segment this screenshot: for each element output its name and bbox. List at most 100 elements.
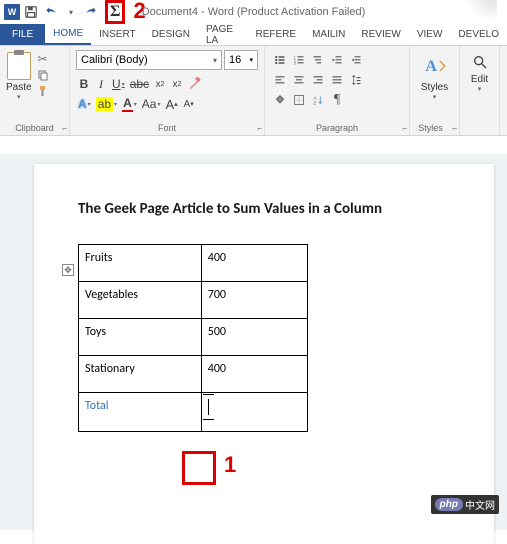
total-label-cell[interactable]: Total [79, 393, 202, 432]
tab-page-layout[interactable]: PAGE LA [198, 24, 248, 45]
group-clipboard: Paste ▾ ✂ Clipboard ⌐ [0, 46, 70, 135]
styles-dropdown-icon[interactable]: ▾ [433, 93, 437, 101]
tab-design[interactable]: DESIGN [144, 24, 198, 45]
shading-button[interactable] [271, 91, 289, 109]
paste-label: Paste [6, 82, 32, 93]
autosum-button[interactable]: Σ [105, 0, 125, 24]
decrease-indent-button[interactable] [328, 51, 346, 69]
highlight-button[interactable]: ab▾ [94, 95, 119, 113]
group-editing: Edit ▾ [460, 46, 500, 135]
text-effects-button[interactable]: A▾ [76, 95, 93, 113]
word-app-icon: W [4, 4, 20, 20]
group-font: Calibri (Body) ▾ 16 ▾ B I U▾ abc x2 x2 A… [70, 46, 265, 135]
tab-view[interactable]: VIEW [409, 24, 451, 45]
document-heading[interactable]: The Geek Page Article to Sum Values in a… [78, 200, 470, 218]
paste-button[interactable]: Paste ▾ [6, 50, 32, 101]
clipboard-group-label: Clipboard [0, 123, 69, 133]
subscript-button[interactable]: x2 [152, 75, 168, 93]
tab-review[interactable]: REVIEW [353, 24, 408, 45]
italic-button[interactable]: I [93, 75, 109, 93]
superscript-button[interactable]: x2 [169, 75, 185, 93]
chevron-down-icon: ▾ [213, 56, 217, 65]
font-group-label: Font [70, 123, 264, 133]
strikethrough-button[interactable]: abc [128, 75, 151, 93]
svg-text:Z: Z [314, 101, 317, 106]
quick-access-toolbar: W ▾ Σ 2 [4, 0, 146, 24]
tab-references[interactable]: REFERE [248, 24, 305, 45]
table-cell[interactable]: 700 [201, 282, 307, 319]
tab-insert[interactable]: INSERT [91, 24, 144, 45]
save-icon[interactable] [22, 3, 40, 21]
paragraph-dialog-launcher[interactable]: ⌐ [402, 124, 407, 133]
table-cell[interactable]: Vegetables [79, 282, 202, 319]
font-size-value: 16 [229, 54, 241, 66]
table-row: Total [79, 393, 308, 432]
underline-button[interactable]: U▾ [110, 75, 127, 93]
font-color-button[interactable]: A▾ [120, 95, 139, 113]
align-center-button[interactable] [290, 71, 308, 89]
undo-icon[interactable] [42, 3, 60, 21]
annotation-2: 2 [133, 0, 145, 24]
bullets-button[interactable] [271, 51, 289, 69]
paste-icon [7, 52, 31, 80]
document-page[interactable]: The Geek Page Article to Sum Values in a… [34, 164, 494, 544]
line-spacing-button[interactable] [347, 71, 365, 89]
font-dialog-launcher[interactable]: ⌐ [257, 124, 262, 133]
table-cell[interactable]: 400 [201, 245, 307, 282]
table-cell[interactable]: 400 [201, 356, 307, 393]
table-cell[interactable]: Toys [79, 319, 202, 356]
watermark-text: 中文网 [465, 497, 495, 512]
find-icon[interactable] [470, 52, 490, 72]
font-size-combo[interactable]: 16 ▾ [224, 50, 258, 70]
styles-label: Styles [421, 82, 448, 93]
copy-icon[interactable] [36, 68, 50, 82]
table-cell[interactable]: 500 [201, 319, 307, 356]
shrink-font-button[interactable]: A▾ [181, 95, 197, 113]
align-right-button[interactable] [309, 71, 327, 89]
annotation-1: 1 [224, 452, 236, 478]
annotation-box-1 [182, 451, 216, 485]
table-row: Vegetables700 [79, 282, 308, 319]
show-hide-button[interactable]: ¶ [328, 91, 346, 109]
numbering-button[interactable]: 123 [290, 51, 308, 69]
align-left-button[interactable] [271, 71, 289, 89]
styles-button[interactable]: A [421, 52, 449, 80]
ribbon-tabs: FILE HOME INSERT DESIGN PAGE LA REFERE M… [0, 24, 507, 46]
clipboard-dialog-launcher[interactable]: ⌐ [62, 124, 67, 133]
cut-icon[interactable]: ✂ [36, 52, 50, 66]
editing-dropdown-icon[interactable]: ▾ [478, 85, 482, 93]
borders-button[interactable] [290, 91, 308, 109]
justify-button[interactable] [328, 71, 346, 89]
document-area: The Geek Page Article to Sum Values in a… [0, 154, 507, 530]
redo-icon[interactable] [82, 3, 100, 21]
change-case-button[interactable]: Aa▾ [140, 95, 163, 113]
tab-developer[interactable]: DEVELO [450, 24, 507, 45]
bold-button[interactable]: B [76, 75, 92, 93]
document-table[interactable]: Fruits400 Vegetables700 Toys500 Stationa… [78, 244, 308, 432]
tab-file[interactable]: FILE [0, 24, 45, 45]
table-cell[interactable]: Fruits [79, 245, 202, 282]
sort-button[interactable]: AZ [309, 91, 327, 109]
total-value-cell[interactable] [201, 393, 307, 432]
increase-indent-button[interactable] [347, 51, 365, 69]
grow-font-button[interactable]: A▴ [163, 95, 179, 113]
tab-mailings[interactable]: MAILIN [304, 24, 353, 45]
undo-dropdown-icon[interactable]: ▾ [62, 3, 80, 21]
table-move-handle[interactable]: ✥ [62, 264, 74, 276]
decorative-swoosh [457, 0, 497, 26]
group-styles: A Styles ▾ Styles ⌐ [410, 46, 460, 135]
ribbon: Paste ▾ ✂ Clipboard ⌐ Calibri (Body) ▾ [0, 46, 507, 136]
table-cell[interactable]: Stationary [79, 356, 202, 393]
title-bar: W ▾ Σ 2 Document4 - Word (Product Activa… [0, 0, 507, 24]
table-row: Toys500 [79, 319, 308, 356]
tab-home[interactable]: HOME [45, 24, 91, 45]
chevron-down-icon: ▾ [249, 56, 253, 64]
styles-dialog-launcher[interactable]: ⌐ [452, 124, 457, 133]
clear-formatting-button[interactable] [186, 75, 204, 93]
format-painter-icon[interactable] [36, 84, 50, 98]
multilevel-list-button[interactable] [309, 51, 327, 69]
styles-group-label: Styles [410, 123, 451, 133]
table-row: Fruits400 [79, 245, 308, 282]
font-name-combo[interactable]: Calibri (Body) ▾ [76, 50, 222, 70]
paste-dropdown-icon[interactable]: ▾ [17, 93, 21, 101]
